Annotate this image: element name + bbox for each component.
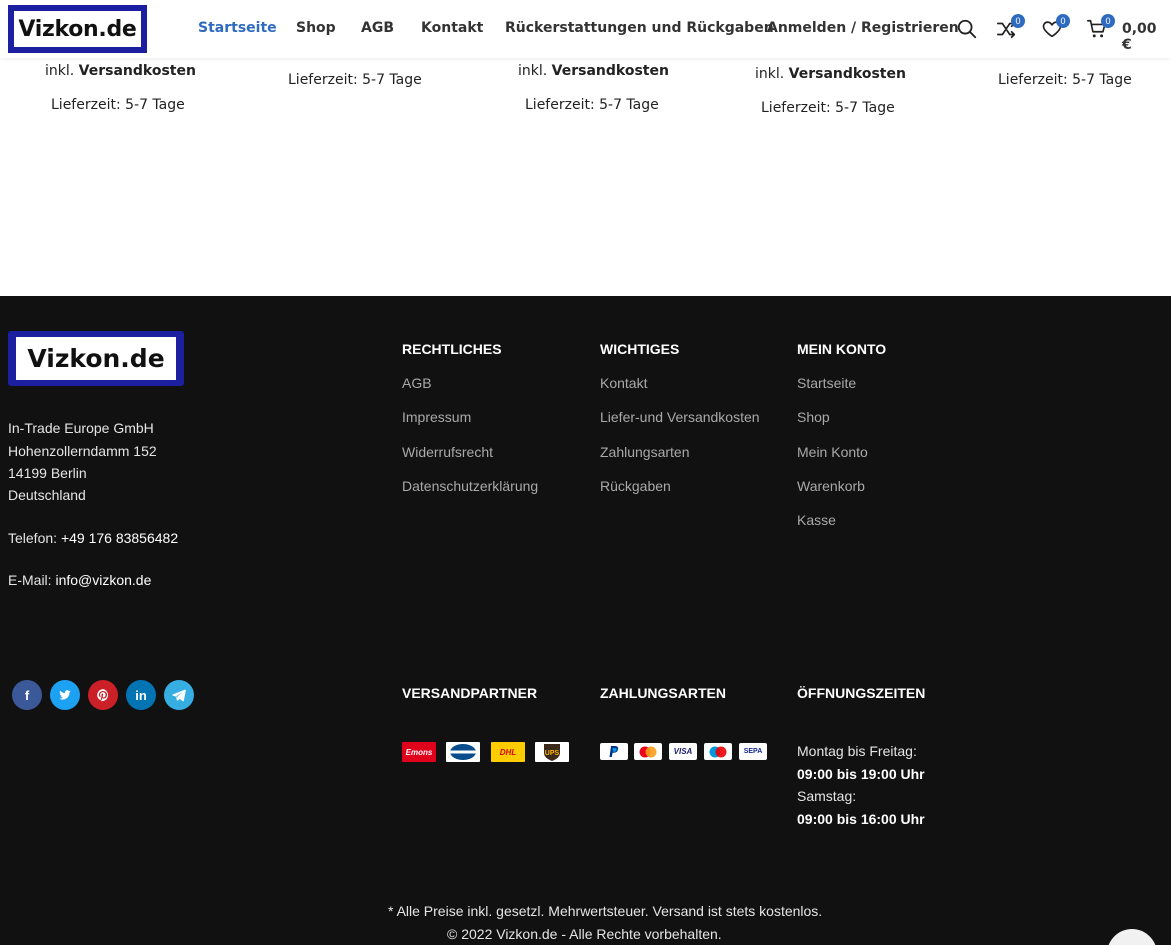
product-4-delivery: Lieferzeit: 5-7 Tage [761,100,895,116]
emons-logo: Emons [402,742,436,762]
email-link[interactable]: info@vizkon.de [55,572,151,588]
nav-rueckerstattungen[interactable]: Rückerstattungen und Rückgaben [505,20,774,36]
svg-text:UPS: UPS [545,750,560,757]
oeffnungszeiten-heading: ÖFFNUNGSZEITEN [797,685,926,701]
nav-startseite[interactable]: Startseite [198,20,277,36]
nav-login-register[interactable]: Anmelden / Registrieren [767,20,959,36]
logo-text: Vizkon.de [14,11,141,47]
footer-link-warenkorb[interactable]: Warenkorb [797,478,865,494]
footer-link-zahlungsarten[interactable]: Zahlungsarten [600,444,690,460]
copyright: © 2022 Vizkon.de - Alle Rechte vorbehalt… [447,926,722,942]
product-3-shipping: inkl. Versandkosten [518,63,669,79]
city-address: 14199 Berlin [8,465,87,481]
wichtiges-heading: WICHTIGES [600,341,680,357]
footer-link-rueckgaben[interactable]: Rückgaben [600,478,671,494]
mein-konto-heading: MEIN KONTO [797,341,887,357]
footer-link-kasse[interactable]: Kasse [797,512,836,528]
product-3-delivery: Lieferzeit: 5-7 Tage [525,97,659,113]
site-logo[interactable]: Vizkon.de [8,5,147,53]
footer-link-kontakt[interactable]: Kontakt [600,375,647,391]
footer-link-datenschutz[interactable]: Datenschutzerklärung [402,478,538,494]
email-line: E-Mail: info@vizkon.de [8,572,152,588]
dhl-logo: DHL [491,742,525,762]
visa-icon: VISA [669,743,697,760]
footer-logo[interactable]: Vizkon.de [8,331,184,386]
go-express-logo [446,742,480,762]
pinterest-icon[interactable] [88,680,118,710]
saturday-label: Samstag: [797,788,857,804]
site-header: Vizkon.de Startseite Shop AGB Kontakt Rü… [0,0,1171,58]
wishlist-count-badge: 0 [1056,14,1070,28]
footer-link-mein-konto[interactable]: Mein Konto [797,444,868,460]
street-address: Hohenzollerndamm 152 [8,443,157,459]
phone-link[interactable]: +49 176 83856482 [61,530,178,546]
versandpartner-heading: VERSANDPARTNER [402,685,538,701]
price-note: * Alle Preise inkl. gesetzl. Mehrwertste… [388,903,823,919]
telegram-icon[interactable] [164,680,194,710]
nav-agb[interactable]: AGB [361,20,394,36]
weekday-label: Montag bis Freitag: [797,743,917,759]
paypal-icon [600,743,628,760]
maestro-icon [704,743,732,760]
footer-logo-text: Vizkon.de [16,337,176,380]
footer-link-startseite[interactable]: Startseite [797,375,856,391]
sepa-icon: SEPA [739,743,767,760]
facebook-icon[interactable]: f [12,680,42,710]
product-4-shipping: inkl. Versandkosten [755,66,906,82]
phone-line: Telefon: +49 176 83856482 [8,530,179,546]
cart-count-badge: 0 [1101,14,1115,28]
company-name: In-Trade Europe GmbH [8,420,154,436]
rechtliches-heading: RECHTLICHES [402,341,502,357]
footer-link-versandkosten[interactable]: Liefer-und Versandkosten [600,409,760,425]
product-2-delivery: Lieferzeit: 5-7 Tage [288,72,422,88]
ups-logo: UPS [535,742,569,762]
footer-link-shop[interactable]: Shop [797,409,830,425]
weekday-hours: 09:00 bis 19:00 Uhr [797,766,925,782]
product-1-shipping: inkl. Versandkosten [45,63,196,79]
ups-shield: UPS [544,744,560,761]
mastercard-icon [634,743,662,760]
site-footer: Vizkon.de In-Trade Europe GmbH Hohenzoll… [0,296,1171,945]
search-icon[interactable] [956,18,978,40]
zahlungsarten-heading: ZAHLUNGSARTEN [600,685,726,701]
saturday-hours: 09:00 bis 16:00 Uhr [797,811,925,827]
product-5-delivery: Lieferzeit: 5-7 Tage [998,72,1132,88]
footer-link-widerrufsrecht[interactable]: Widerrufsrecht [402,444,493,460]
twitter-icon[interactable] [50,680,80,710]
compare-count-badge: 0 [1011,14,1025,28]
country: Deutschland [8,487,86,503]
cart-total[interactable]: 0,00 € [1122,21,1171,53]
nav-kontakt[interactable]: Kontakt [421,20,483,36]
footer-link-agb[interactable]: AGB [402,375,432,391]
product-1-delivery: Lieferzeit: 5-7 Tage [51,97,185,113]
linkedin-icon[interactable]: in [126,680,156,710]
go-express-mark [450,744,476,760]
footer-link-impressum[interactable]: Impressum [402,409,471,425]
nav-shop[interactable]: Shop [296,20,336,36]
